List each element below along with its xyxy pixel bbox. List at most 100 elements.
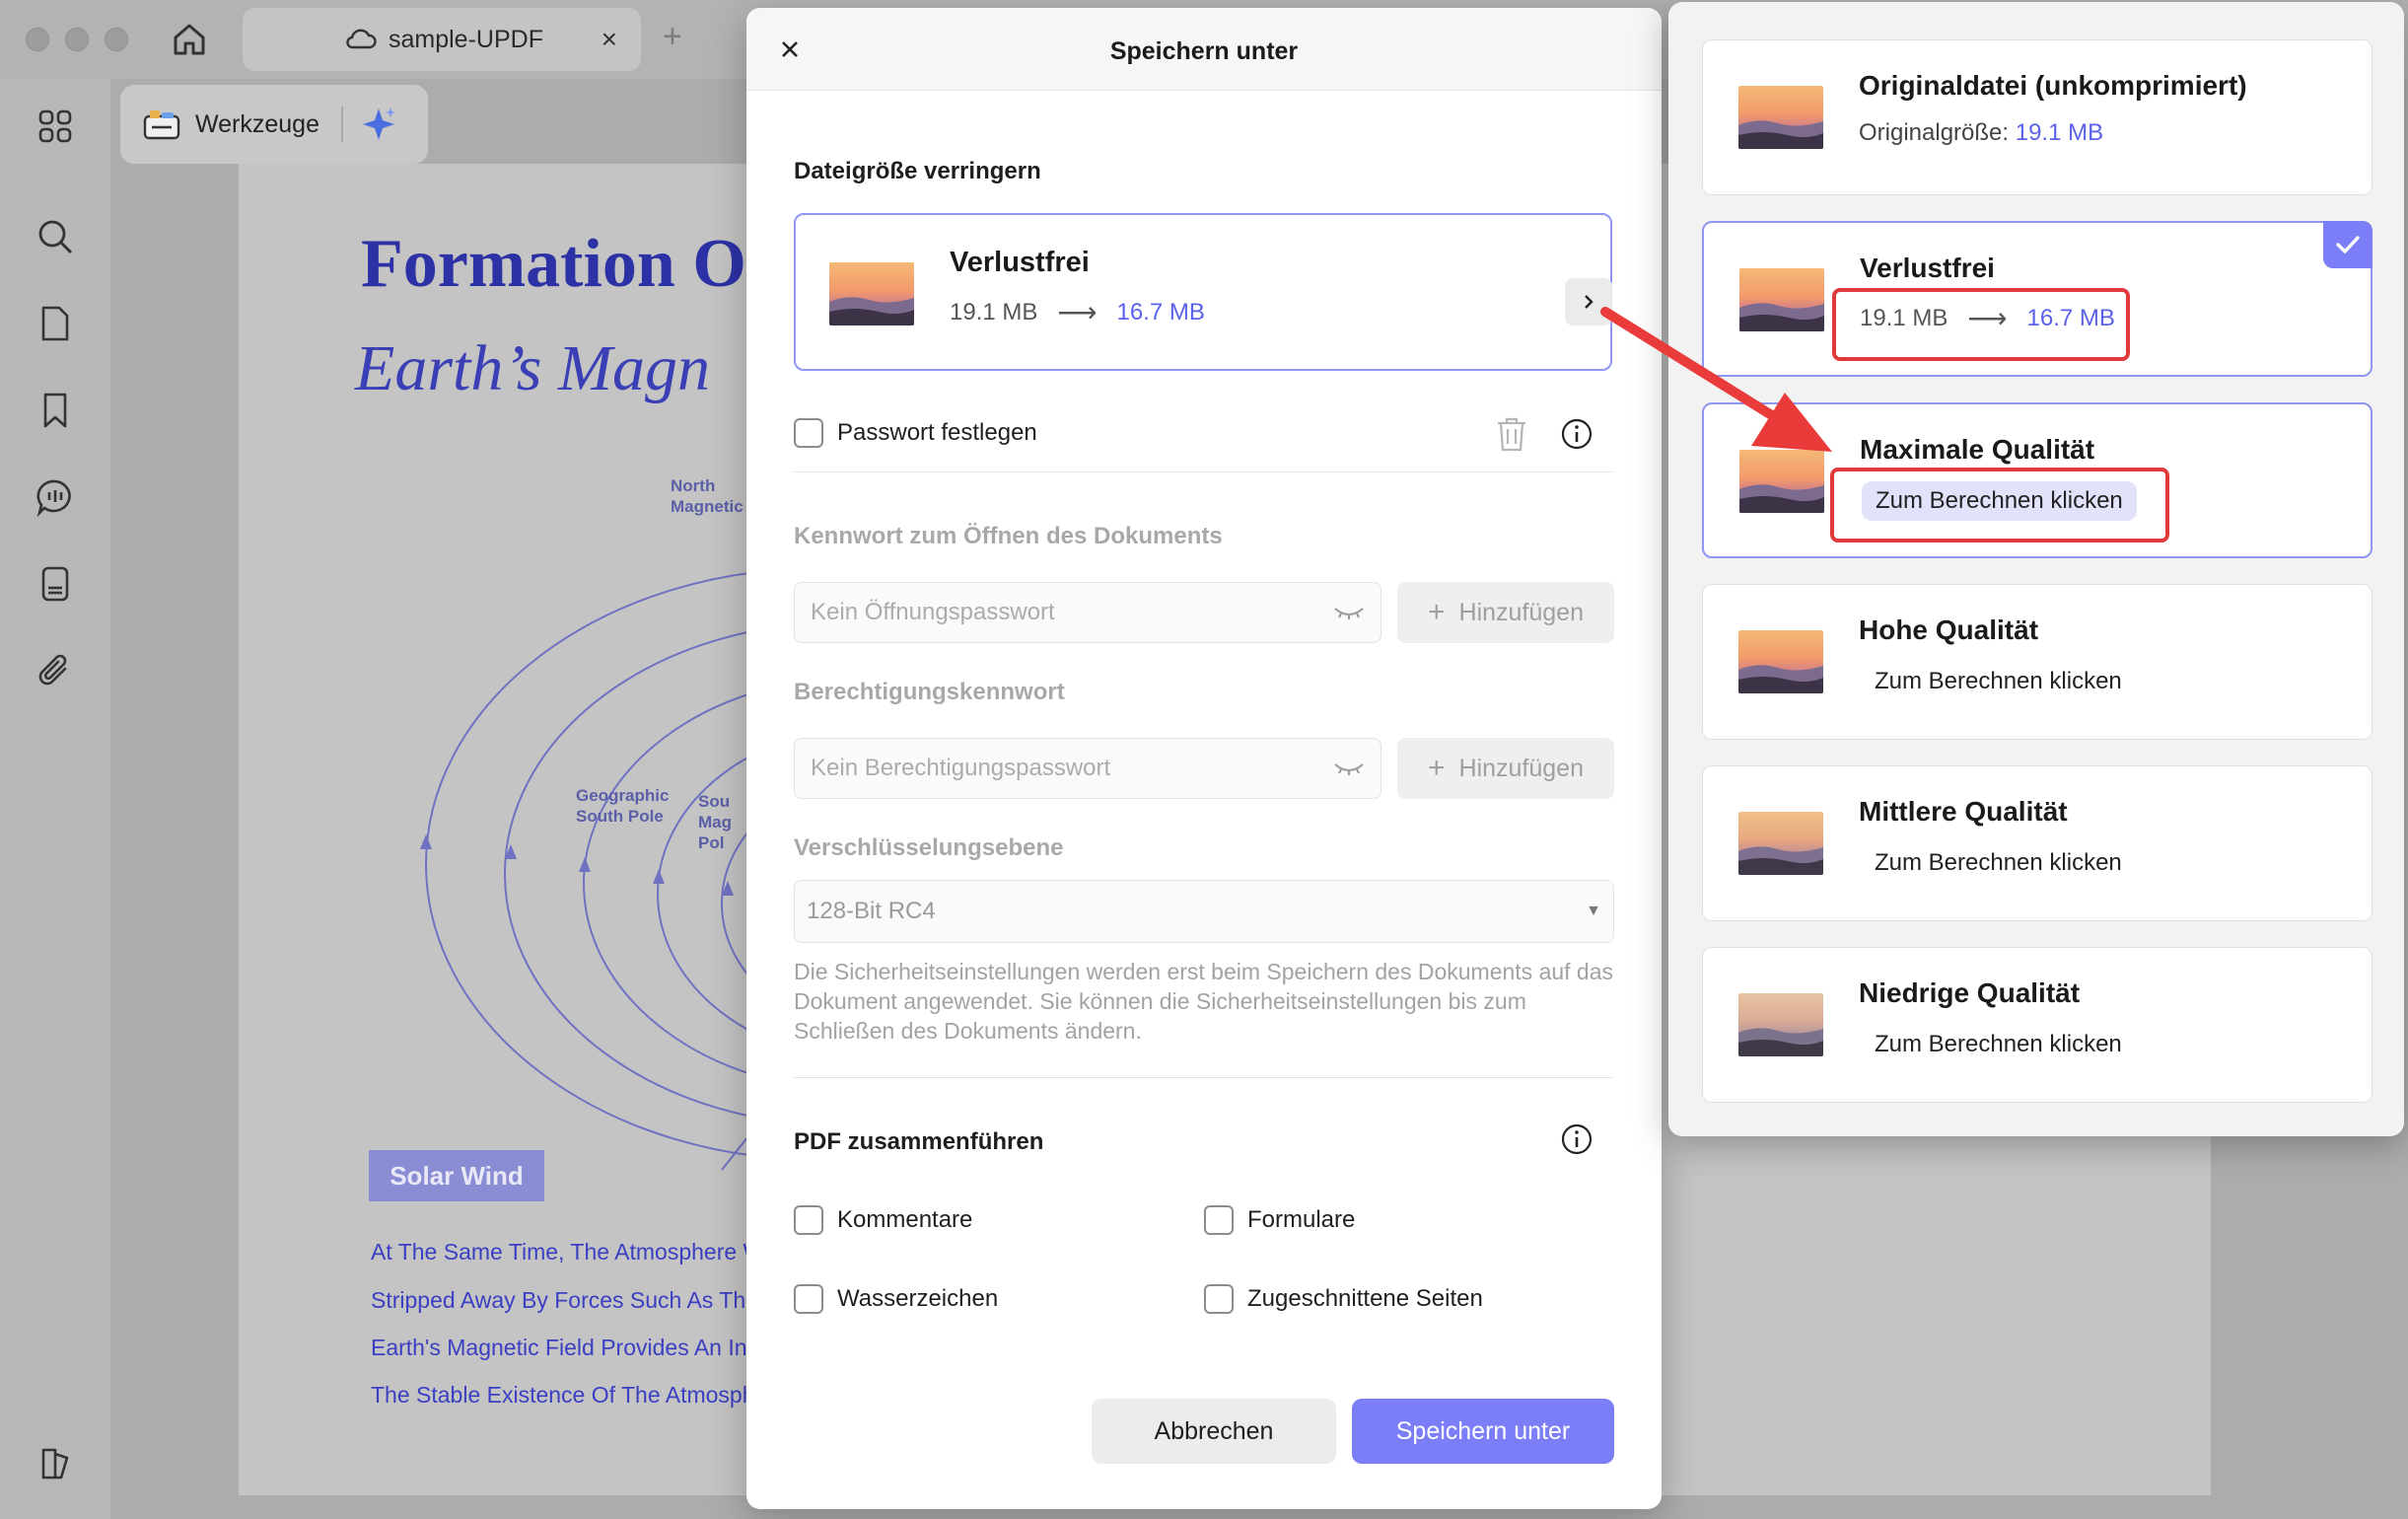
save-as-button[interactable]: Speichern unter bbox=[1352, 1399, 1614, 1464]
merge-cropped-pages-checkbox[interactable] bbox=[1204, 1284, 1234, 1314]
layers-icon[interactable] bbox=[32, 1440, 79, 1487]
option-medium-quality[interactable]: Mittlere Qualität Zum Berechnen klicken bbox=[1702, 765, 2373, 921]
divider bbox=[794, 1077, 1612, 1078]
south-mag-label-2: Mag bbox=[698, 813, 732, 832]
merge-cropped-pages-row[interactable]: Zugeschnittene Seiten bbox=[1204, 1284, 1483, 1314]
merge-watermark-row[interactable]: Wasserzeichen bbox=[794, 1284, 998, 1314]
sunset-thumbnail bbox=[1739, 268, 1824, 331]
form-icon[interactable] bbox=[32, 560, 79, 608]
home-icon bbox=[174, 24, 205, 55]
divider bbox=[794, 471, 1612, 472]
option-name: Hohe Qualität bbox=[1859, 615, 2039, 645]
pdf-text-line: At The Same Time, The Atmosphere W bbox=[371, 1239, 765, 1265]
highlight-box bbox=[1832, 288, 2130, 361]
window-close-dot[interactable] bbox=[26, 28, 49, 51]
reduce-option-name: Verlustfrei bbox=[950, 247, 1090, 278]
reduce-option-card[interactable]: Verlustfrei 19.1 MB ⟶ 16.7 MB bbox=[794, 213, 1612, 371]
search-icon[interactable] bbox=[32, 213, 79, 260]
option-name: Niedrige Qualität bbox=[1859, 977, 2081, 1008]
sunset-thumbnail bbox=[829, 262, 914, 326]
new-tab-button[interactable]: + bbox=[663, 18, 682, 56]
checkmark-icon bbox=[2336, 236, 2360, 253]
bookmark-icon[interactable] bbox=[32, 387, 79, 434]
sunset-thumbnail bbox=[1739, 450, 1824, 513]
eye-closed-icon[interactable] bbox=[1333, 605, 1365, 620]
home-button[interactable] bbox=[164, 16, 215, 63]
option-low-quality[interactable]: Niedrige Qualität Zum Berechnen klicken bbox=[1702, 947, 2373, 1103]
set-password-checkbox[interactable] bbox=[794, 418, 823, 448]
dialog-title: Speichern unter bbox=[1109, 37, 1299, 65]
option-original[interactable]: Originaldatei (unkomprimiert) Originalgr… bbox=[1702, 39, 2373, 195]
delete-password-button[interactable] bbox=[1492, 414, 1531, 454]
chevron-right-icon bbox=[1585, 295, 1594, 309]
merge-watermark-label: Wasserzeichen bbox=[837, 1285, 999, 1312]
set-password-checkbox-row[interactable]: Passwort festlegen bbox=[794, 418, 1037, 448]
window-zoom-dot[interactable] bbox=[105, 28, 128, 51]
option-high-quality[interactable]: Hohe Qualität Zum Berechnen klicken bbox=[1702, 584, 2373, 740]
original-size-value: 19.1 MB bbox=[2015, 119, 2104, 146]
size-arrow-icon: ⟶ bbox=[1057, 297, 1098, 327]
option-original-size: Originalgröße: 19.1 MB bbox=[1859, 119, 2103, 147]
reduce-size-heading: Dateigröße verringern bbox=[794, 158, 1041, 184]
open-password-field[interactable]: Kein Öffnungspasswort bbox=[794, 582, 1381, 643]
merge-watermark-checkbox[interactable] bbox=[794, 1284, 823, 1314]
dropdown-caret-icon: ▼ bbox=[1586, 903, 1601, 919]
add-label: Hinzufügen bbox=[1458, 598, 1584, 626]
tab-title: sample-UPDF bbox=[389, 25, 543, 53]
expand-options-button[interactable] bbox=[1565, 278, 1612, 326]
sunset-thumbnail bbox=[1738, 993, 1823, 1056]
tools-button[interactable]: Werkzeuge bbox=[120, 85, 428, 164]
ai-sparkle-icon[interactable] bbox=[359, 105, 398, 144]
encryption-level-label: Verschlüsselungsebene bbox=[794, 834, 1064, 861]
tools-label: Werkzeuge bbox=[195, 109, 319, 138]
option-name: Mittlere Qualität bbox=[1859, 796, 2068, 827]
compression-options-popover: Originaldatei (unkomprimiert) Originalgr… bbox=[1668, 2, 2404, 1136]
pdf-text-line: The Stable Existence Of The Atmosph bbox=[371, 1382, 755, 1408]
eye-closed-icon[interactable] bbox=[1333, 760, 1365, 776]
merge-cropped-pages-label: Zugeschnittene Seiten bbox=[1247, 1285, 1483, 1312]
page-icon[interactable] bbox=[32, 300, 79, 347]
sunset-thumbnail bbox=[1738, 630, 1823, 693]
geo-south-label-2: South Pole bbox=[576, 807, 664, 826]
paperclip-icon[interactable] bbox=[32, 647, 79, 694]
original-size: 19.1 MB bbox=[950, 298, 1038, 326]
merge-forms-row[interactable]: Formulare bbox=[1204, 1205, 1355, 1235]
trash-icon bbox=[1498, 417, 1525, 452]
document-tab[interactable]: sample-UPDF × bbox=[243, 8, 641, 71]
merge-comments-row[interactable]: Kommentare bbox=[794, 1205, 972, 1235]
original-size-prefix: Originalgröße: bbox=[1859, 119, 2016, 146]
permission-password-field[interactable]: Kein Berechtigungspasswort bbox=[794, 738, 1381, 799]
calculate-button[interactable]: Zum Berechnen klicken bbox=[1861, 843, 2136, 883]
dialog-header: Speichern unter bbox=[746, 8, 1662, 91]
merge-info-button[interactable] bbox=[1557, 1120, 1596, 1159]
save-as-dialog: Speichern unter Dateigröße verringern Ve… bbox=[746, 8, 1662, 1509]
sunset-thumbnail bbox=[1738, 812, 1823, 875]
option-name: Originaldatei (unkomprimiert) bbox=[1859, 70, 2247, 101]
apps-grid-icon[interactable] bbox=[32, 103, 79, 150]
window-minimize-dot[interactable] bbox=[65, 28, 89, 51]
cloud-icon bbox=[346, 29, 377, 49]
merge-forms-label: Formulare bbox=[1247, 1206, 1356, 1233]
add-permission-password-button[interactable]: + Hinzufügen bbox=[1397, 738, 1614, 799]
encryption-level-select[interactable]: 128-Bit RC4 ▼ bbox=[794, 880, 1614, 943]
tab-close-button[interactable]: × bbox=[602, 24, 617, 55]
merge-forms-checkbox[interactable] bbox=[1204, 1205, 1234, 1235]
cancel-button[interactable]: Abbrechen bbox=[1092, 1399, 1336, 1464]
toolbar-divider bbox=[341, 107, 343, 142]
add-label: Hinzufügen bbox=[1458, 754, 1584, 782]
south-mag-label-3: Pol bbox=[698, 833, 725, 852]
add-open-password-button[interactable]: + Hinzufügen bbox=[1397, 582, 1614, 643]
compressed-size: 16.7 MB bbox=[1116, 298, 1205, 326]
pdf-text-line: Earth's Magnetic Field Provides An Ind bbox=[371, 1335, 760, 1360]
info-icon bbox=[1561, 1123, 1593, 1155]
password-info-button[interactable] bbox=[1557, 414, 1596, 454]
comment-icon[interactable] bbox=[32, 473, 79, 521]
plus-icon: + bbox=[1427, 752, 1446, 784]
pdf-title: Formation O bbox=[361, 226, 746, 302]
open-password-placeholder: Kein Öffnungspasswort bbox=[811, 599, 1055, 625]
permission-password-label: Berechtigungskennwort bbox=[794, 679, 1065, 705]
calculate-button[interactable]: Zum Berechnen klicken bbox=[1861, 1025, 2136, 1064]
merge-comments-checkbox[interactable] bbox=[794, 1205, 823, 1235]
calculate-button[interactable]: Zum Berechnen klicken bbox=[1861, 662, 2136, 701]
set-password-label: Passwort festlegen bbox=[837, 419, 1037, 446]
